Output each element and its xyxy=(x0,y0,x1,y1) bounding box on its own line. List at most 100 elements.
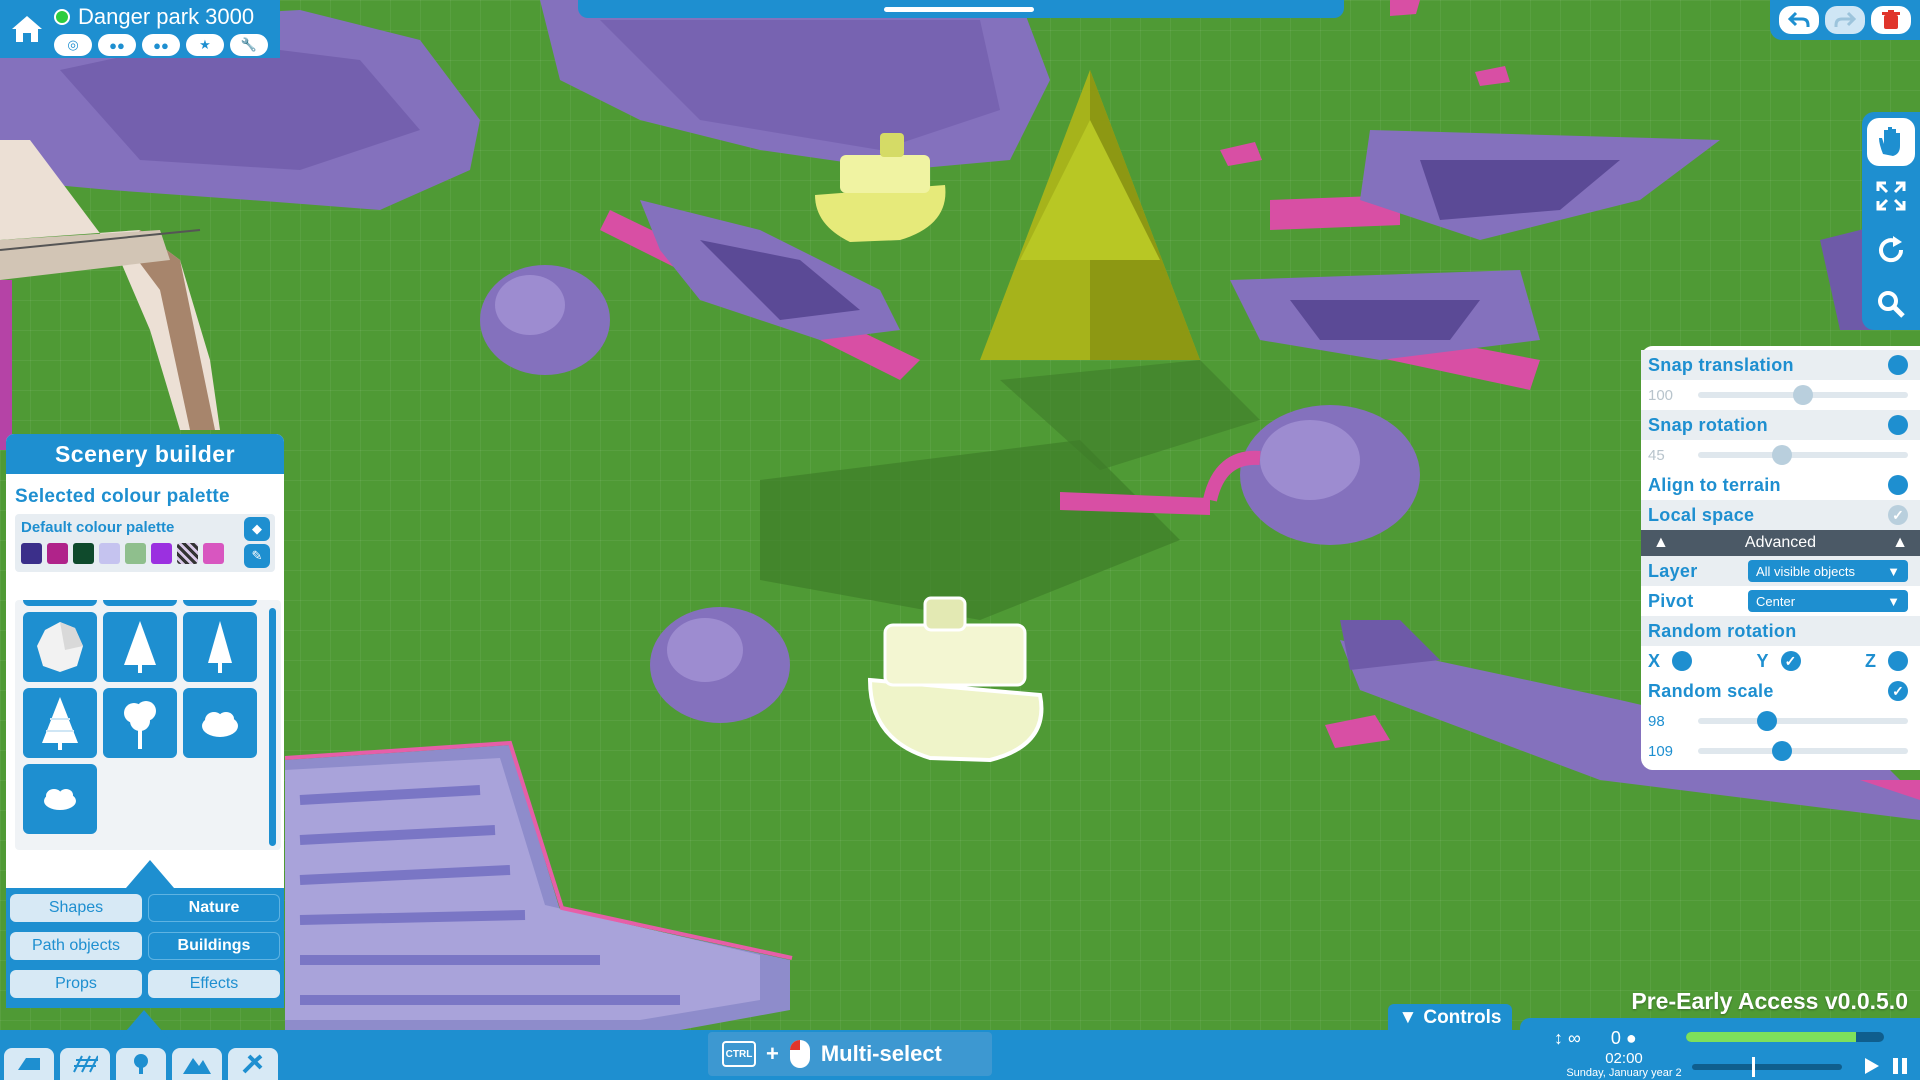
category-tabs: Shapes Nature Path objects Buildings Props Ef… xyxy=(6,888,284,1008)
axis-y-toggle[interactable]: ✓ xyxy=(1780,651,1801,671)
colour-swatch[interactable] xyxy=(21,543,42,564)
layer-select[interactable]: All visible objects ▼ xyxy=(1748,560,1908,582)
scenery-item-round-tree[interactable] xyxy=(103,688,177,758)
placement-options-panel: Snap translation 100 Snap rotation 45 Al… xyxy=(1641,346,1920,770)
snap-rotation-toggle[interactable] xyxy=(1888,415,1908,435)
scenery-item-shrub[interactable] xyxy=(23,764,97,834)
random-scale-min-value: 98 xyxy=(1648,712,1665,730)
top-collapsible-bar[interactable] xyxy=(578,0,1344,18)
guests-icon[interactable]: ●● xyxy=(98,34,136,56)
terrain-mode-button[interactable] xyxy=(172,1048,222,1080)
scale-tool-button[interactable] xyxy=(1867,172,1915,220)
hand-icon xyxy=(1879,127,1900,156)
resize-icon xyxy=(1876,181,1906,211)
snap-translation-label: Snap translation xyxy=(1648,354,1794,375)
random-scale-max-row: 109 xyxy=(1641,736,1920,766)
colour-swatch[interactable] xyxy=(125,543,146,564)
controls-toggle[interactable]: ▼ Controls xyxy=(1388,1004,1512,1032)
palette-select-button[interactable]: ◆ xyxy=(244,517,270,541)
scenery-mode-button[interactable] xyxy=(116,1048,166,1080)
palette-heading: Selected colour palette xyxy=(15,486,230,507)
drag-handle[interactable] xyxy=(884,7,1034,12)
colour-swatch[interactable] xyxy=(203,543,224,564)
colour-palette-box[interactable]: Default colour palette ◆ ✎ xyxy=(15,514,275,572)
colour-swatch[interactable] xyxy=(151,543,172,564)
scenery-item-snowy-pine[interactable] xyxy=(23,688,97,758)
category-tab-buildings[interactable]: Buildings xyxy=(148,932,280,960)
wrench-icon[interactable]: 🔧 xyxy=(230,34,268,56)
staff-icon[interactable]: ●● xyxy=(142,34,180,56)
scenery-item[interactable] xyxy=(103,600,177,606)
pine-tree-icon xyxy=(208,621,232,673)
category-tab-effects[interactable]: Effects xyxy=(148,970,280,998)
random-scale-min-knob[interactable] xyxy=(1757,711,1778,731)
build-mode-button[interactable] xyxy=(4,1048,54,1080)
random-scale-toggle[interactable]: ✓ xyxy=(1888,681,1908,701)
star-icon[interactable]: ★ xyxy=(186,34,224,56)
snap-translation-toggle[interactable] xyxy=(1888,355,1908,375)
target-icon[interactable]: ◎ xyxy=(54,34,92,56)
shrub-icon xyxy=(44,789,76,810)
category-tab-nature[interactable]: Nature xyxy=(148,894,280,922)
history-toolbar xyxy=(1770,0,1920,40)
snap-rotation-slider-row: 45 xyxy=(1641,440,1920,470)
caret-down-icon: ▼ xyxy=(1398,1007,1418,1028)
colour-swatch[interactable] xyxy=(73,543,94,564)
height-value: ∞ xyxy=(1568,1028,1581,1048)
scenery-item[interactable] xyxy=(183,600,257,606)
category-tab-props[interactable]: Props xyxy=(10,970,142,998)
random-scale-max-knob[interactable] xyxy=(1772,741,1792,761)
layer-label: Layer xyxy=(1648,560,1698,581)
scenery-item-pine-tall[interactable] xyxy=(183,612,257,682)
axis-z-toggle[interactable] xyxy=(1888,651,1908,671)
scenery-item[interactable] xyxy=(23,600,97,606)
scenery-item-bush[interactable] xyxy=(183,688,257,758)
snap-translation-knob[interactable] xyxy=(1793,385,1813,405)
game-speed-slider[interactable] xyxy=(1692,1057,1842,1077)
pivot-label: Pivot xyxy=(1648,590,1694,611)
game-speed-knob[interactable] xyxy=(1752,1057,1755,1077)
local-space-label: Local space xyxy=(1648,504,1755,525)
game-viewport[interactable] xyxy=(0,0,1920,1080)
snowy-pine-icon xyxy=(42,697,78,750)
colour-swatch[interactable] xyxy=(99,543,120,564)
trash-icon xyxy=(1882,10,1900,29)
undo-icon xyxy=(1788,11,1810,27)
colour-swatch[interactable] xyxy=(47,543,68,564)
scenery-items-grid xyxy=(15,600,281,850)
guest-count: 0 xyxy=(1610,1028,1621,1048)
park-name[interactable]: Danger park 3000 xyxy=(78,4,254,30)
tools-mode-button[interactable] xyxy=(228,1048,278,1080)
path-mode-button[interactable] xyxy=(60,1048,110,1080)
controls-label: Controls xyxy=(1423,1007,1502,1028)
snap-translation-slider[interactable] xyxy=(1698,385,1908,405)
home-button[interactable] xyxy=(0,0,54,58)
palette-edit-button[interactable]: ✎ xyxy=(244,544,270,568)
redo-button[interactable] xyxy=(1825,6,1865,34)
advanced-section-header[interactable]: ▲ Advanced ▲ xyxy=(1641,530,1920,556)
play-button[interactable] xyxy=(1862,1056,1882,1076)
delete-button[interactable] xyxy=(1871,6,1911,34)
category-tab-shapes[interactable]: Shapes xyxy=(10,894,142,922)
random-rotation-row: Random rotation xyxy=(1641,616,1920,646)
scenery-item-rock[interactable] xyxy=(23,612,97,682)
category-tab-path-objects[interactable]: Path objects xyxy=(10,932,142,960)
snap-rotation-slider[interactable] xyxy=(1698,445,1908,465)
axis-x-toggle[interactable] xyxy=(1672,651,1693,671)
items-scrollbar[interactable] xyxy=(269,608,276,846)
grab-tool-button[interactable] xyxy=(1867,118,1915,166)
pause-button[interactable] xyxy=(1890,1056,1910,1076)
ctrl-key-icon: CTRL xyxy=(722,1041,756,1067)
inspect-tool-button[interactable] xyxy=(1867,280,1915,328)
align-terrain-toggle[interactable] xyxy=(1888,475,1908,495)
scenery-item-pine[interactable] xyxy=(103,612,177,682)
boat-selected xyxy=(867,596,1044,763)
rotate-tool-button[interactable] xyxy=(1867,226,1915,274)
colour-swatch[interactable] xyxy=(177,543,198,564)
undo-button[interactable] xyxy=(1779,6,1819,34)
snap-rotation-knob[interactable] xyxy=(1772,445,1792,465)
pivot-select[interactable]: Center ▼ xyxy=(1748,590,1908,612)
random-scale-min-slider[interactable] xyxy=(1698,711,1908,731)
random-scale-max-slider[interactable] xyxy=(1698,741,1908,761)
local-space-toggle[interactable]: ✓ xyxy=(1888,505,1908,525)
